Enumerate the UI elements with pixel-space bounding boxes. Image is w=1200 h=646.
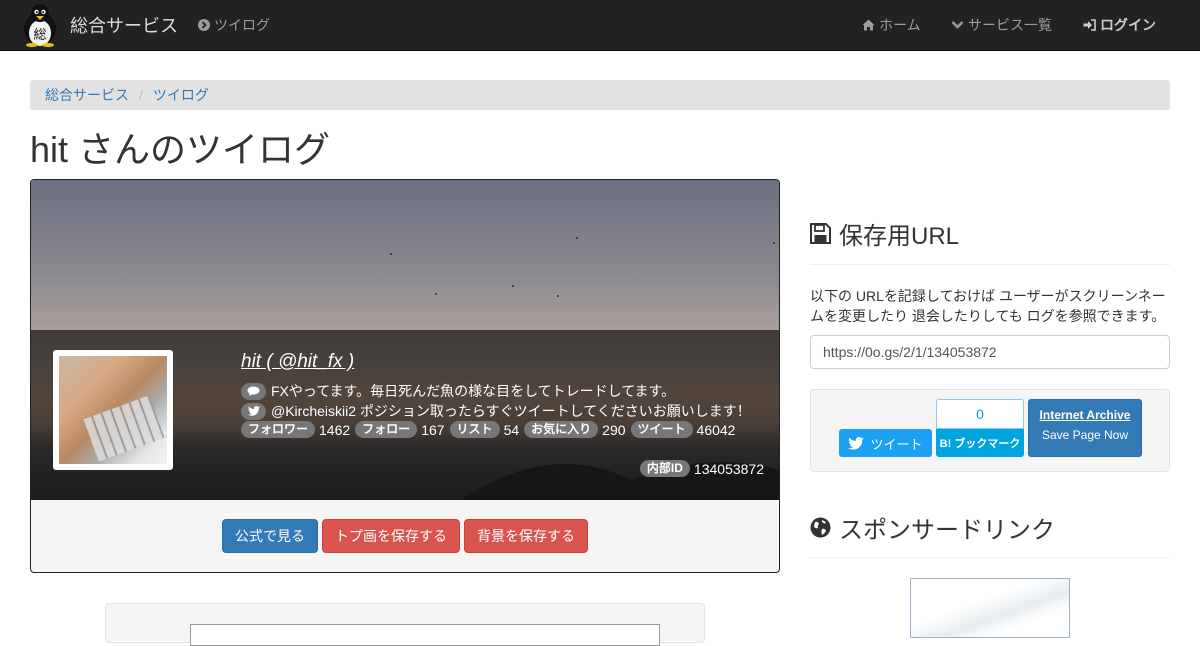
breadcrumb: 総合サービス / ツイログ bbox=[30, 80, 1170, 110]
internet-archive-title: Internet Archive bbox=[1039, 408, 1131, 422]
internet-archive-button[interactable]: Internet Archive Save Page Now bbox=[1028, 399, 1142, 457]
brand-link[interactable]: 総 総合サービス bbox=[20, 2, 178, 48]
profile-actions: 公式で見る トプ画を保存する 背景を保存する bbox=[31, 500, 779, 572]
stat-label-following: フォロー bbox=[355, 421, 418, 438]
profile-latest-tweet: @Kircheiskii2 ポジション取ったらすぐツイートしてくださいお願いしま… bbox=[241, 401, 751, 421]
stat-value-followers: 1462 bbox=[319, 421, 351, 438]
stat-value-tweets: 46042 bbox=[696, 421, 736, 438]
navbar: 総 総合サービス ツイログ ホーム サービス一覧 ログイン bbox=[0, 0, 1200, 51]
avatar-keyboard-decoration bbox=[83, 395, 165, 462]
save-background-button[interactable]: 背景を保存する bbox=[464, 519, 588, 553]
page-title: hit さんのツイログ bbox=[30, 129, 331, 170]
internal-id: 内部ID 134053872 bbox=[639, 460, 764, 477]
internal-id-value: 134053872 bbox=[693, 460, 764, 477]
tweet-share-label: ツイート bbox=[870, 436, 923, 452]
profile-bio: FXやってます。毎日死んだ魚の様な目をしてトレードしてます。 bbox=[241, 381, 675, 401]
stat-label-followers: フォロワー bbox=[241, 421, 316, 438]
avatar-image bbox=[59, 356, 167, 464]
profile-card: hit ( @hit_fx ) FXやってます。毎日死んだ魚の様な目をしてトレー… bbox=[30, 179, 780, 573]
divider bbox=[810, 264, 1170, 265]
nav-services-link[interactable]: サービス一覧 bbox=[951, 0, 1052, 50]
twitter-icon bbox=[241, 402, 266, 420]
view-official-button[interactable]: 公式で見る bbox=[222, 519, 318, 553]
globe-icon bbox=[810, 517, 831, 538]
sponsored-title: スポンサードリンク bbox=[839, 517, 1055, 544]
save-url-heading: 保存用URL bbox=[810, 216, 959, 251]
brand-text: 総合サービス bbox=[70, 16, 178, 36]
profile-name-link[interactable]: hit ( @hit_fx ) bbox=[241, 351, 354, 373]
profile-latest-tweet-text: @Kircheiskii2 ポジション取ったらすぐツイートしてくださいお願いしま… bbox=[271, 403, 751, 419]
stat-label-favorites: お気に入り bbox=[524, 421, 599, 438]
share-buttons: ツイート 0 B! ブックマーク Internet Archive Save P… bbox=[810, 389, 1170, 472]
stat-value-favorites: 290 bbox=[602, 421, 626, 438]
profile-bio-text: FXやってます。毎日死んだ魚の様な目をしてトレードしてます。 bbox=[271, 383, 676, 399]
nav-login-link[interactable]: ログイン bbox=[1083, 0, 1156, 50]
divider bbox=[810, 557, 1170, 558]
chevron-circle-right-icon bbox=[198, 19, 210, 31]
hatena-bookmark-count: 0 bbox=[936, 399, 1024, 429]
ad-banner[interactable] bbox=[190, 624, 660, 646]
ad-container bbox=[105, 603, 705, 646]
stat-value-following: 167 bbox=[421, 421, 445, 438]
nav-services-label: サービス一覧 bbox=[968, 17, 1052, 33]
floppy-disk-icon bbox=[810, 223, 831, 244]
save-url-title: 保存用URL bbox=[839, 223, 960, 250]
nav-home-link[interactable]: ホーム bbox=[862, 0, 921, 50]
save-url-input[interactable] bbox=[810, 335, 1170, 369]
stat-label-lists: リスト bbox=[449, 421, 500, 438]
stat-label-tweets: ツイート bbox=[630, 421, 693, 438]
comment-icon bbox=[241, 382, 266, 400]
breadcrumb-item-tweelog[interactable]: ツイログ bbox=[153, 85, 209, 105]
breadcrumb-separator: / bbox=[139, 87, 143, 103]
home-icon bbox=[862, 19, 875, 31]
sponsored-heading: スポンサードリンク bbox=[810, 510, 1055, 545]
breadcrumb-item-home[interactable]: 総合サービス bbox=[45, 85, 129, 105]
nav-tweelog-label: ツイログ bbox=[214, 17, 270, 33]
nav-login-label: ログイン bbox=[1100, 17, 1156, 33]
chevron-down-icon bbox=[951, 21, 964, 29]
save-avatar-button[interactable]: トプ画を保存する bbox=[322, 519, 460, 553]
nav-tweelog-link[interactable]: ツイログ bbox=[198, 0, 270, 50]
profile-stats: フォロワー 1462 フォロー 167 リスト 54 お気に入り 290 ツイー… bbox=[241, 421, 740, 438]
save-url-description: 以下の URLを記録しておけば ユーザーがスクリーンネームを変更したり 退会した… bbox=[810, 288, 1166, 324]
nav-home-label: ホーム bbox=[879, 17, 921, 33]
svg-text:総: 総 bbox=[33, 28, 46, 43]
stat-value-lists: 54 bbox=[503, 421, 520, 438]
sponsored-ad-banner[interactable] bbox=[910, 578, 1070, 638]
internal-id-label: 内部ID bbox=[639, 460, 690, 477]
hatena-bookmark-button[interactable]: B! ブックマーク bbox=[936, 429, 1024, 457]
penguin-logo-icon: 総 bbox=[24, 4, 56, 47]
avatar[interactable] bbox=[53, 350, 173, 470]
tweet-share-button[interactable]: ツイート bbox=[839, 429, 932, 457]
twitter-bird-icon bbox=[848, 436, 865, 450]
sign-in-icon bbox=[1083, 19, 1096, 31]
internet-archive-subtitle: Save Page Now bbox=[1041, 428, 1129, 442]
